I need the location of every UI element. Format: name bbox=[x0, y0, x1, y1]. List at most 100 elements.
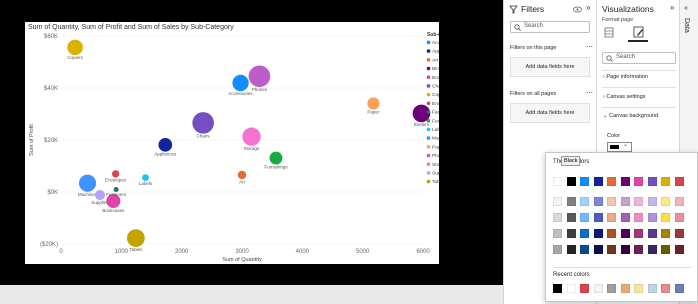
data-point[interactable] bbox=[78, 174, 97, 192]
shade-color-swatch[interactable] bbox=[553, 245, 562, 254]
recent-color-swatch[interactable] bbox=[593, 284, 603, 293]
shade-color-swatch[interactable] bbox=[593, 213, 603, 222]
data-point[interactable] bbox=[126, 229, 145, 247]
data-label: Art bbox=[239, 179, 246, 184]
shade-color-swatch[interactable] bbox=[634, 229, 643, 238]
shade-color-swatch[interactable] bbox=[607, 197, 616, 206]
recent-color-swatch[interactable] bbox=[634, 284, 643, 293]
theme-color-swatch[interactable] bbox=[634, 177, 643, 186]
shade-color-swatch[interactable] bbox=[661, 213, 670, 222]
legend-entry: Phones bbox=[432, 153, 439, 159]
shade-color-swatch[interactable] bbox=[593, 197, 603, 206]
data-point[interactable] bbox=[192, 112, 214, 134]
theme-color-swatch[interactable] bbox=[607, 177, 616, 186]
shade-color-swatch[interactable] bbox=[620, 229, 630, 238]
shade-color-swatch[interactable] bbox=[647, 245, 657, 254]
data-point[interactable] bbox=[367, 97, 380, 110]
filters-search-input[interactable]: Search bbox=[510, 21, 590, 33]
shade-color-swatch[interactable] bbox=[566, 245, 576, 254]
data-point[interactable] bbox=[269, 151, 283, 165]
scatter-chart[interactable]: ($20K) $0K $20K $40K $60K 0 1000 2000 3000 4000 50… bbox=[25, 22, 439, 264]
data-point[interactable] bbox=[158, 137, 173, 152]
shade-color-swatch[interactable] bbox=[661, 229, 670, 238]
shade-color-swatch[interactable] bbox=[634, 245, 643, 254]
theme-color-swatch[interactable] bbox=[674, 177, 684, 186]
shade-color-swatch[interactable] bbox=[553, 213, 562, 222]
build-visual-icon[interactable] bbox=[604, 27, 614, 38]
data-point[interactable] bbox=[67, 39, 83, 56]
collapse-filters-icon[interactable]: » bbox=[586, 3, 590, 12]
data-point[interactable] bbox=[232, 74, 249, 92]
shade-color-swatch[interactable] bbox=[580, 229, 589, 238]
shade-color-swatch[interactable] bbox=[593, 245, 603, 254]
shade-color-swatch[interactable] bbox=[634, 197, 643, 206]
scatter-visual[interactable]: Sum of Quantity, Sum of Profit and Sum o… bbox=[25, 22, 439, 264]
shade-color-swatch[interactable] bbox=[647, 229, 657, 238]
theme-color-swatch[interactable] bbox=[593, 177, 603, 186]
theme-color-swatch[interactable] bbox=[661, 177, 670, 186]
data-point[interactable] bbox=[237, 170, 247, 180]
data-point[interactable] bbox=[242, 127, 261, 146]
viz-search-input[interactable]: Search bbox=[602, 52, 676, 64]
legend-entry: Paper bbox=[432, 144, 439, 150]
legend-entry: Art bbox=[432, 57, 439, 63]
data-point[interactable] bbox=[112, 170, 120, 178]
section-canvas-background[interactable]: ⌄ Canvas background bbox=[603, 113, 658, 119]
recent-color-swatch[interactable] bbox=[607, 284, 616, 293]
legend-entry: Binders bbox=[432, 66, 439, 72]
shade-color-swatch[interactable] bbox=[553, 197, 562, 206]
recent-color-swatch[interactable] bbox=[661, 284, 670, 293]
shade-color-swatch[interactable] bbox=[647, 197, 657, 206]
shade-color-swatch[interactable] bbox=[566, 213, 576, 222]
format-brush-icon[interactable] bbox=[633, 26, 645, 38]
ellipsis-icon[interactable]: ⋯ bbox=[586, 89, 593, 97]
recent-color-swatch[interactable] bbox=[674, 284, 684, 293]
shade-color-swatch[interactable] bbox=[620, 197, 630, 206]
shade-color-swatch[interactable] bbox=[580, 213, 589, 222]
shade-color-swatch[interactable] bbox=[607, 213, 616, 222]
shade-color-swatch[interactable] bbox=[674, 213, 684, 222]
recent-color-swatch[interactable] bbox=[620, 284, 630, 293]
data-point[interactable] bbox=[142, 174, 149, 181]
shade-color-swatch[interactable] bbox=[674, 245, 684, 254]
theme-color-swatch[interactable] bbox=[620, 177, 630, 186]
collapse-viz-icon[interactable]: » bbox=[670, 3, 674, 12]
legend-marker bbox=[426, 66, 431, 71]
y-tick-label: $40K bbox=[44, 86, 58, 92]
shade-color-swatch[interactable] bbox=[566, 197, 576, 206]
shade-color-swatch[interactable] bbox=[634, 213, 643, 222]
shade-color-swatch[interactable] bbox=[674, 197, 684, 206]
shade-color-swatch[interactable] bbox=[580, 245, 589, 254]
shade-color-swatch[interactable] bbox=[647, 213, 657, 222]
shade-color-swatch[interactable] bbox=[661, 197, 670, 206]
filters-page-add-field[interactable]: Add data fields here bbox=[510, 57, 590, 77]
ellipsis-icon[interactable]: ⋯ bbox=[586, 43, 593, 51]
recent-color-swatch[interactable] bbox=[566, 284, 576, 293]
shade-color-swatch[interactable] bbox=[661, 245, 670, 254]
shade-color-swatch[interactable] bbox=[674, 229, 684, 238]
color-dropdown[interactable]: ⌄ bbox=[607, 142, 632, 152]
shade-color-swatch[interactable] bbox=[607, 245, 616, 254]
shade-color-swatch[interactable] bbox=[620, 213, 630, 222]
theme-color-swatch[interactable] bbox=[580, 177, 589, 186]
recent-color-swatch[interactable] bbox=[580, 284, 589, 293]
recent-color-swatch[interactable] bbox=[647, 284, 657, 293]
section-page-information[interactable]: › Page information bbox=[603, 74, 648, 80]
section-canvas-settings[interactable]: › Canvas settings bbox=[603, 94, 646, 100]
recent-color-swatch[interactable] bbox=[553, 284, 562, 293]
theme-color-swatch[interactable] bbox=[566, 177, 576, 186]
data-point[interactable] bbox=[248, 65, 271, 88]
eye-icon[interactable] bbox=[573, 6, 582, 13]
shade-color-swatch[interactable] bbox=[580, 197, 589, 206]
theme-color-swatch[interactable] bbox=[647, 177, 657, 186]
shade-color-swatch[interactable] bbox=[607, 229, 616, 238]
theme-color-swatch[interactable] bbox=[553, 177, 562, 186]
data-tab-label: Data bbox=[683, 18, 690, 33]
expand-data-icon[interactable]: « bbox=[684, 5, 688, 12]
shade-color-swatch[interactable] bbox=[593, 229, 603, 238]
shade-color-swatch[interactable] bbox=[620, 245, 630, 254]
data-point[interactable] bbox=[94, 190, 106, 201]
shade-color-swatch[interactable] bbox=[553, 229, 562, 238]
shade-color-swatch[interactable] bbox=[566, 229, 576, 238]
filters-all-add-field[interactable]: Add data fields here bbox=[510, 103, 590, 123]
